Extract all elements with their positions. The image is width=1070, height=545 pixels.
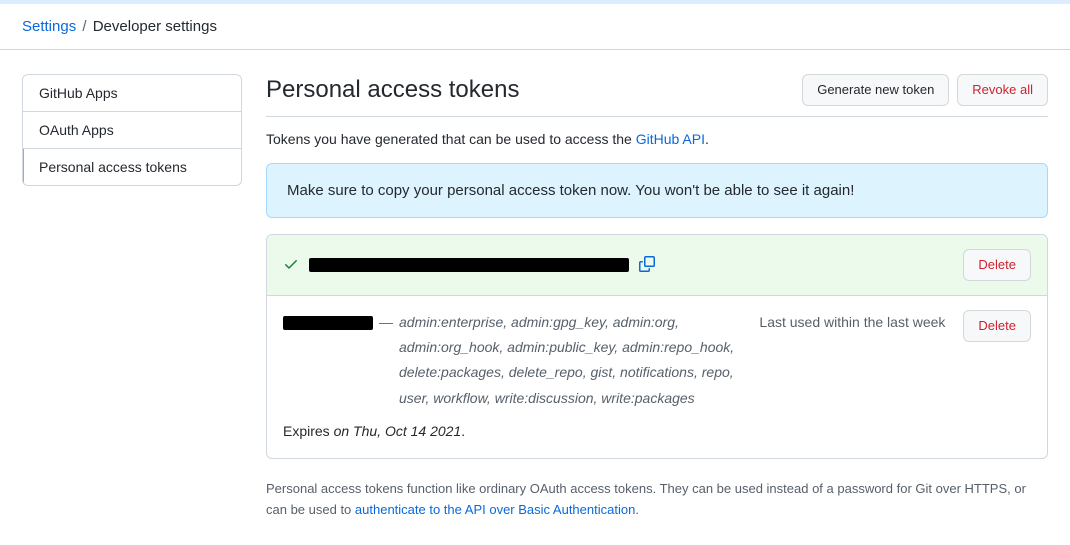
sidenav-item-personal-access-tokens[interactable]: Personal access tokens bbox=[23, 149, 241, 185]
redacted-token-name bbox=[283, 316, 373, 330]
expires-date: on Thu, Oct 14 2021 bbox=[334, 423, 462, 439]
new-token-row: Delete bbox=[267, 235, 1047, 296]
intro-text: Tokens you have generated that can be us… bbox=[266, 131, 1048, 147]
basic-auth-link[interactable]: authenticate to the API over Basic Authe… bbox=[355, 502, 635, 517]
token-details: — admin:enterprise, admin:gpg_key, admin… bbox=[283, 310, 1031, 444]
main-content: Personal access tokens Generate new toke… bbox=[266, 74, 1048, 521]
copy-token-warning-flash: Make sure to copy your personal access t… bbox=[266, 163, 1048, 218]
sidenav-item-github-apps[interactable]: GitHub Apps bbox=[23, 75, 241, 112]
token-scopes: admin:enterprise, admin:gpg_key, admin:o… bbox=[399, 310, 741, 411]
scope-dash: — bbox=[379, 310, 393, 335]
delete-new-token-button[interactable]: Delete bbox=[963, 249, 1031, 281]
revoke-all-button[interactable]: Revoke all bbox=[957, 74, 1048, 106]
check-icon bbox=[283, 256, 299, 275]
breadcrumb-root-link[interactable]: Settings bbox=[22, 18, 76, 35]
delete-existing-token-button[interactable]: Delete bbox=[963, 310, 1031, 342]
generate-new-token-button[interactable]: Generate new token bbox=[802, 74, 949, 106]
expires-prefix: Expires bbox=[283, 423, 334, 439]
breadcrumb-separator: / bbox=[82, 18, 86, 35]
existing-token-row: — admin:enterprise, admin:gpg_key, admin… bbox=[267, 296, 1047, 458]
footer-note: Personal access tokens function like ord… bbox=[266, 479, 1048, 521]
main-container: GitHub Apps OAuth Apps Personal access t… bbox=[0, 50, 1070, 545]
page-title: Personal access tokens bbox=[266, 76, 519, 104]
flash-message: Make sure to copy your personal access t… bbox=[287, 182, 854, 199]
tokens-list: Delete — admin:enterprise, admin:gpg_key… bbox=[266, 234, 1048, 459]
intro-prefix: Tokens you have generated that can be us… bbox=[266, 131, 636, 147]
sidenav-item-oauth-apps[interactable]: OAuth Apps bbox=[23, 112, 241, 149]
page-header: Personal access tokens Generate new toke… bbox=[266, 74, 1048, 117]
breadcrumb-current: Developer settings bbox=[93, 18, 217, 35]
expires-suffix: . bbox=[461, 423, 465, 439]
token-last-used: Last used within the last week bbox=[759, 310, 945, 335]
side-navigation: GitHub Apps OAuth Apps Personal access t… bbox=[22, 74, 242, 186]
github-api-link[interactable]: GitHub API bbox=[636, 131, 705, 147]
breadcrumb: Settings / Developer settings bbox=[0, 4, 1070, 50]
copy-icon[interactable] bbox=[639, 256, 655, 275]
header-actions: Generate new token Revoke all bbox=[802, 74, 1048, 106]
intro-suffix: . bbox=[705, 131, 709, 147]
token-expires: Expires on Thu, Oct 14 2021. bbox=[283, 419, 1031, 444]
redacted-token-value bbox=[309, 258, 629, 272]
footer-suffix: . bbox=[635, 502, 639, 517]
